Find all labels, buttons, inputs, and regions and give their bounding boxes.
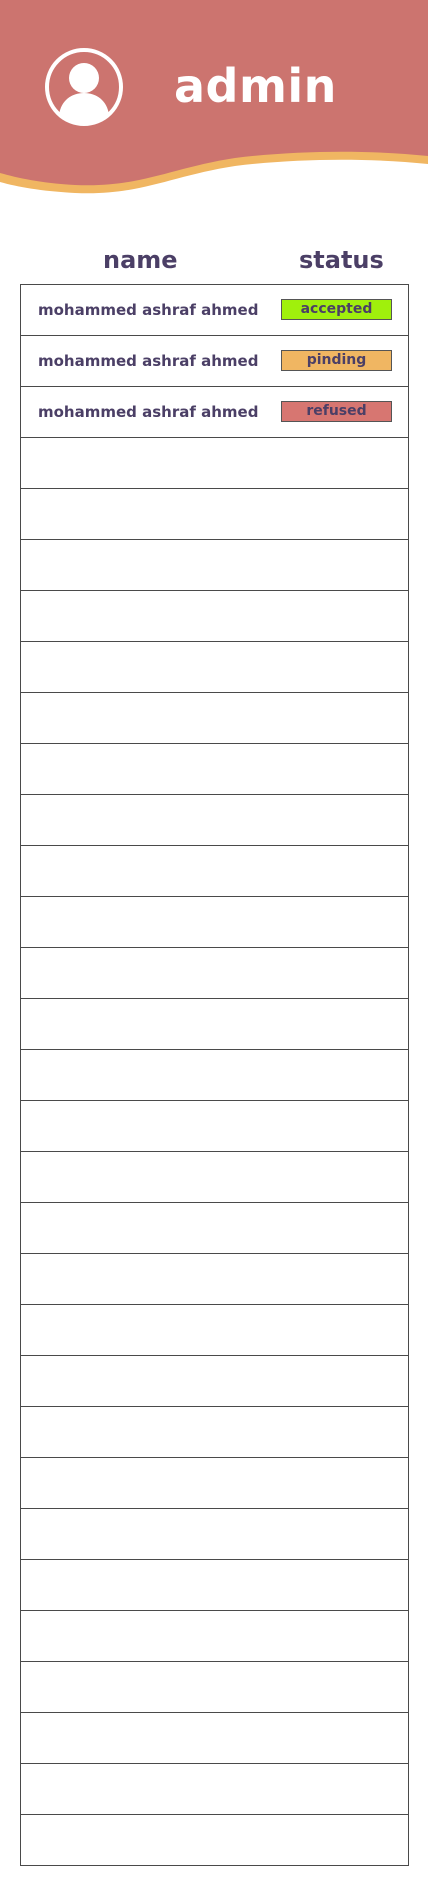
empty-table-row <box>21 1407 408 1458</box>
empty-table-row <box>21 846 408 897</box>
empty-table-row <box>21 489 408 540</box>
empty-table-row <box>21 744 408 795</box>
status-badge: refused <box>281 401 392 422</box>
page-title: admin <box>174 59 337 113</box>
empty-table-row <box>21 1611 408 1662</box>
empty-table-row <box>21 795 408 846</box>
empty-table-row <box>21 1050 408 1101</box>
empty-table-row <box>21 1305 408 1356</box>
table-row[interactable]: mohammed ashraf ahmed accepted <box>21 285 408 336</box>
empty-table-row <box>21 693 408 744</box>
empty-table-row <box>21 897 408 948</box>
empty-table-row <box>21 1560 408 1611</box>
column-header-status: status <box>299 246 384 274</box>
column-header-name: name <box>103 246 178 274</box>
empty-table-row <box>21 1356 408 1407</box>
empty-table-row <box>21 1662 408 1713</box>
table-row[interactable]: mohammed ashraf ahmed pinding <box>21 336 408 387</box>
row-name: mohammed ashraf ahmed <box>38 403 259 421</box>
header: admin <box>0 0 428 200</box>
empty-table-row <box>21 1764 408 1815</box>
empty-table-row <box>21 540 408 591</box>
empty-table-row <box>21 1101 408 1152</box>
empty-table-row <box>21 1815 408 1866</box>
row-name: mohammed ashraf ahmed <box>38 352 259 370</box>
status-badge: pinding <box>281 350 392 371</box>
user-icon <box>45 48 123 126</box>
row-name: mohammed ashraf ahmed <box>38 301 259 319</box>
empty-table-row <box>21 591 408 642</box>
empty-table-row <box>21 1509 408 1560</box>
empty-table-row <box>21 642 408 693</box>
empty-table-row <box>21 1458 408 1509</box>
empty-table-row <box>21 1254 408 1305</box>
empty-table-row <box>21 438 408 489</box>
status-badge: accepted <box>281 299 392 320</box>
empty-table-row <box>21 999 408 1050</box>
table-row[interactable]: mohammed ashraf ahmed refused <box>21 387 408 438</box>
empty-table-row <box>21 1152 408 1203</box>
empty-table-row <box>21 1713 408 1764</box>
empty-table-row <box>21 948 408 999</box>
empty-table-row <box>21 1203 408 1254</box>
requests-table: mohammed ashraf ahmed accepted mohammed … <box>20 284 409 1866</box>
